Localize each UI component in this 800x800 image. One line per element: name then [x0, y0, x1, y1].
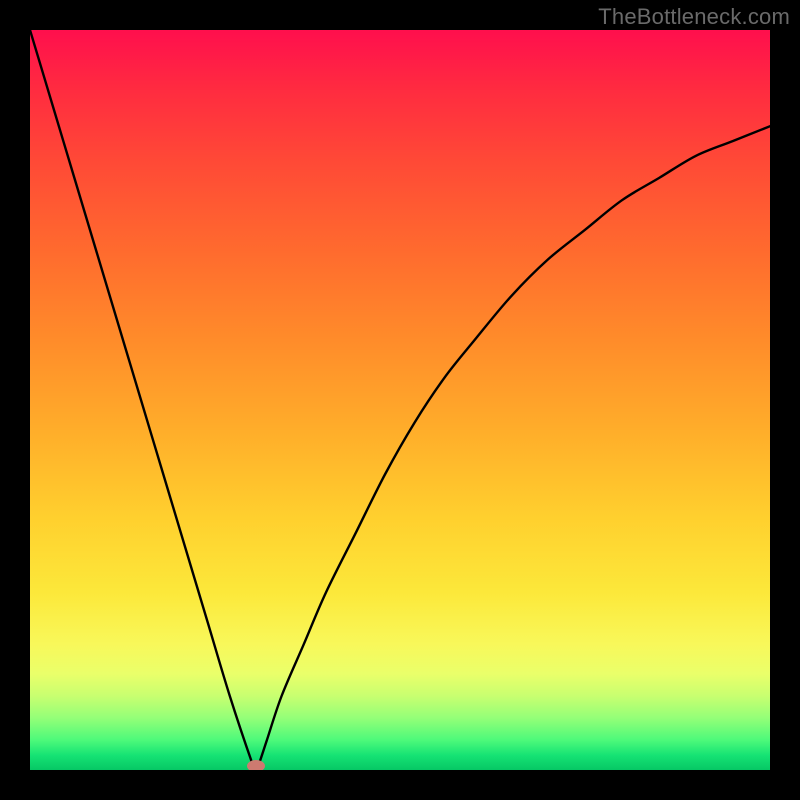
plot-area — [30, 30, 770, 770]
chart-frame: TheBottleneck.com — [0, 0, 800, 800]
minimum-marker — [247, 760, 265, 770]
watermark-text: TheBottleneck.com — [598, 4, 790, 30]
bottleneck-curve — [30, 30, 770, 770]
